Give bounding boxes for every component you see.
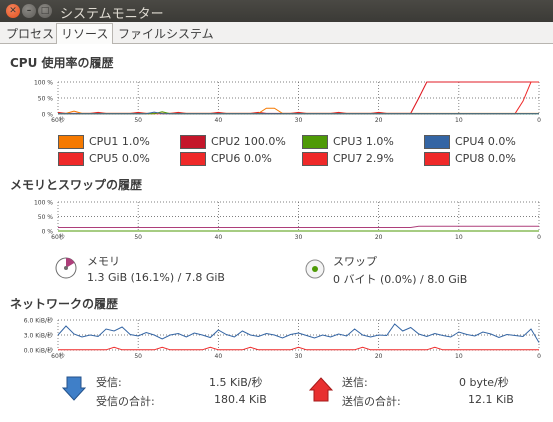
cpu-y-tick-label: 50 % <box>38 96 54 103</box>
net-x-tick-label: 40 <box>215 353 223 360</box>
net-x-tick-label: 50 <box>134 353 142 360</box>
cpu5-color-swatch[interactable] <box>58 152 84 166</box>
cpu4-color-swatch[interactable] <box>424 135 450 149</box>
cpu-x-tick-label: 10 <box>455 117 463 124</box>
cpu-x-tick-label: 50 <box>134 117 142 124</box>
cpu6-label: CPU6 <box>211 152 241 165</box>
mem-y-tick-label: 100 % <box>34 200 53 207</box>
cpu2-label: CPU2 <box>211 135 241 148</box>
memory-value: 1.3 GiB (16.1%) / 7.8 GiB <box>87 271 225 284</box>
cpu8-label: CPU8 <box>455 152 485 165</box>
mem-x-tick-label: 60秒 <box>51 233 65 241</box>
mem-x-tick-label: 30 <box>295 234 303 241</box>
mem-x-tick-label: 20 <box>375 234 383 241</box>
mem-y-tick-label: 50 % <box>38 214 54 221</box>
send-total-value: 12.1 KiB <box>468 393 514 406</box>
tab-bar: プロセス リソース ファイルシステム <box>0 23 553 45</box>
cpu-x-tick-label: 0 <box>537 117 541 124</box>
close-icon: ✕ <box>9 6 17 16</box>
cpu2-value: 100.0% <box>243 135 286 148</box>
cpu-x-tick-label: 40 <box>215 117 223 124</box>
net-y-tick-label: 3.0 KiB/秒 <box>24 332 53 340</box>
tab-processes[interactable]: プロセス <box>2 25 58 43</box>
network-history-graph: 6.0 KiB/秒 3.0 KiB/秒 0.0 KiB/秒60秒 50 40 30 20 10… <box>24 317 541 361</box>
cpu4-value: 0.0% <box>487 135 516 148</box>
cpu5-label: CPU5 <box>89 152 119 165</box>
net-x-tick-label: 60秒 <box>51 352 65 360</box>
cpu-history-graph: 100 %50 %0 %60秒 50 40 30 20 10 0 <box>34 80 541 125</box>
cpu7-color-swatch[interactable] <box>302 152 328 166</box>
mem-x-tick-label: 40 <box>215 234 223 241</box>
cpu8-value: 0.0% <box>487 152 516 165</box>
net-x-tick-label: 10 <box>455 353 463 360</box>
cpu7-value: 2.9% <box>365 152 394 165</box>
receive-label: 受信: <box>96 376 122 389</box>
send-arrow-icon[interactable] <box>309 376 333 402</box>
cpu-y-tick-label: 100 % <box>34 80 53 87</box>
memory-pie-icon[interactable] <box>54 256 78 280</box>
mem-x-tick-label: 10 <box>455 234 463 241</box>
minimize-icon: – <box>26 6 32 16</box>
net-x-tick-label: 30 <box>295 353 303 360</box>
receive-arrow-icon[interactable] <box>62 376 86 402</box>
cpu7-label: CPU7 <box>333 152 363 165</box>
memory-label: メモリ <box>87 255 120 268</box>
cpu-section-title: CPU 使用率の履歴 <box>10 56 114 70</box>
mem-x-tick-label: 50 <box>134 234 142 241</box>
minimize-button[interactable]: – <box>22 4 36 18</box>
cpu8-color-swatch[interactable] <box>424 152 450 166</box>
cpu-x-tick-label: 20 <box>375 117 383 124</box>
resources-panel: CPU 使用率の履歴 100 % 50 % 0 % 60秒 50 40 30 20 10 0 CP… <box>0 44 553 422</box>
memory-history-graph: 100 %50 %0 %60秒 50 40 30 20 10 0 <box>34 200 541 242</box>
cpu-x-tick-label: 60秒 <box>51 116 65 124</box>
cpu2-color-swatch[interactable] <box>180 135 206 149</box>
cpu3-label: CPU3 <box>333 135 363 148</box>
cpu5-value: 0.0% <box>121 152 150 165</box>
receive-rate: 1.5 KiB/秒 <box>209 376 263 389</box>
memory-section-title: メモリとスワップの履歴 <box>10 178 143 192</box>
cpu4-label: CPU4 <box>455 135 485 148</box>
maximize-button[interactable]: □ <box>38 4 52 18</box>
send-series-line <box>58 346 539 351</box>
mem-x-tick-label: 0 <box>537 234 541 241</box>
net-x-tick-label: 20 <box>375 353 383 360</box>
send-label: 送信: <box>342 376 368 389</box>
tab-resources[interactable]: リソース <box>56 23 114 45</box>
cpu1-value: 1.0% <box>121 135 150 148</box>
swap-pie-icon[interactable] <box>304 258 326 280</box>
close-button[interactable]: ✕ <box>6 4 20 18</box>
swap-label: スワップ <box>333 255 377 268</box>
net-y-tick-label: 6.0 KiB/秒 <box>24 317 53 325</box>
cpu3-color-swatch[interactable] <box>302 135 328 149</box>
cpu1-label: CPU1 <box>89 135 119 148</box>
maximize-icon: □ <box>40 6 50 16</box>
cpu6-value: 0.0% <box>243 152 272 165</box>
send-rate: 0 byte/秒 <box>459 376 509 389</box>
net-y-tick-label: 0.0 KiB/秒 <box>24 347 53 355</box>
network-section-title: ネットワークの履歴 <box>10 297 119 311</box>
receive-total-value: 180.4 KiB <box>214 393 267 406</box>
cpu-x-tick-label: 30 <box>295 117 303 124</box>
send-total-label: 送信の合計: <box>342 395 401 408</box>
tab-filesystems[interactable]: ファイルシステム <box>114 25 218 43</box>
title-bar: ✕ – □ システムモニター <box>0 0 553 22</box>
window-title: システムモニター <box>60 7 164 22</box>
swap-value: 0 バイト (0.0%) / 8.0 GiB <box>333 273 468 286</box>
net-x-tick-label: 0 <box>537 353 541 360</box>
cpu1-color-swatch[interactable] <box>58 135 84 149</box>
cpu3-value: 1.0% <box>365 135 394 148</box>
cpu6-color-swatch[interactable] <box>180 152 206 166</box>
receive-total-label: 受信の合計: <box>96 395 155 408</box>
